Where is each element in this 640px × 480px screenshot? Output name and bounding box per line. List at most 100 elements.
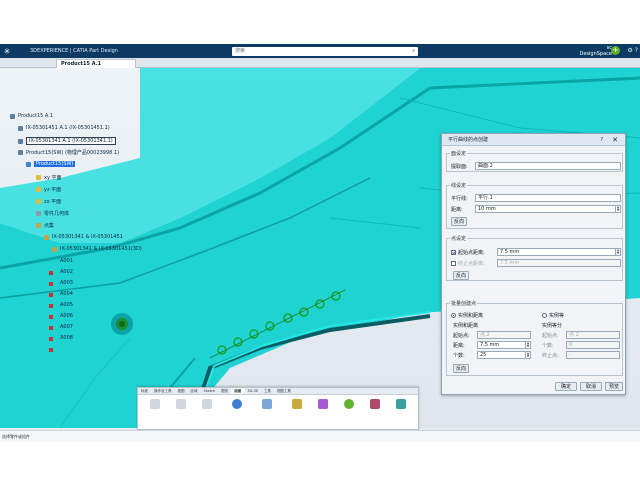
start-distance-checkbox[interactable]: 起始点距离: — [451, 249, 485, 256]
tree-item-point[interactable]: A007 — [60, 324, 73, 330]
tree-item-root[interactable]: Product15 A.1 — [10, 113, 53, 119]
left-distance-field[interactable]: 7.5 mm ▲ ▼ — [477, 341, 531, 349]
curve-icon[interactable] — [316, 399, 330, 409]
tree-item-point[interactable]: A003 — [60, 280, 73, 286]
title-bar: ✳ 3DEXPERIENCE | CATIA Part Design 搜索 ⌕ … — [0, 44, 640, 58]
checkbox-icon — [451, 261, 456, 266]
tree-item-point[interactable]: A005 — [60, 302, 73, 308]
left-start-field[interactable]: 点.2 — [477, 331, 531, 339]
cancel-button[interactable]: 取消 — [580, 382, 602, 391]
instance-equal-radio[interactable]: 实例等 — [542, 312, 564, 319]
surface-label: 提取面: — [451, 164, 468, 170]
tab-3d[interactable]: 3D-3S — [244, 388, 261, 394]
tree-item-selected[interactable]: Product15(SW) — [26, 161, 76, 167]
spinner-icon[interactable]: ▲ ▼ — [525, 342, 530, 348]
distance-field[interactable]: 10 mm ▲ ▼ — [475, 205, 621, 213]
surface-field[interactable]: 曲面.2 — [475, 162, 621, 170]
search-icon[interactable]: ⌕ — [412, 47, 415, 56]
preview-button[interactable]: 预览 — [605, 382, 623, 391]
action-bar-tabs: 标准 操作及工具 视图 区域 Sketch 图形 曲面 3D-3S 工具 视图工… — [138, 388, 418, 395]
plane-icon — [36, 187, 41, 192]
tree-item-point[interactable]: A001 — [60, 258, 73, 264]
right-count-label: 个数: — [542, 343, 554, 349]
tab-product15[interactable]: Product15 A.1 — [56, 59, 136, 68]
batch-group: 批量创建点 实例和距离 实例等 实例和距离 起始点: 点.2 距离: 7.5 m… — [446, 300, 623, 376]
geometric-set-icon — [52, 246, 57, 252]
curve-field[interactable]: 平行.1 — [475, 194, 621, 202]
end-distance-field: 7.5 mm — [497, 259, 621, 267]
product-icon — [10, 113, 15, 119]
search-placeholder: 搜索 — [235, 48, 246, 54]
tree-item-point[interactable]: A002 — [60, 269, 73, 275]
right-subgroup-title: 实例等分 — [542, 323, 563, 329]
tree-item-point[interactable]: A008 — [60, 335, 73, 341]
spinner-icon[interactable]: ▲ ▼ — [615, 249, 620, 255]
tab-standard[interactable]: 标准 — [138, 388, 151, 394]
point-reverse-button[interactable]: 反向 — [453, 271, 469, 280]
tree-item[interactable]: Product15(SW) (物理产品00023998.1) — [18, 149, 119, 156]
spinner-icon[interactable]: ▲ ▼ — [615, 206, 620, 212]
batch-reverse-button[interactable]: 反向 — [453, 364, 469, 373]
tree-item[interactable]: IX-05301451 A.1 (IX-05301451.1) — [18, 125, 110, 131]
paste-icon[interactable] — [200, 399, 214, 409]
dialog-title: 平行曲线的点创建 ? ✕ — [442, 134, 625, 146]
app-window: ✳ 3DEXPERIENCE | CATIA Part Design 搜索 ⌕ … — [0, 44, 640, 442]
tree-item[interactable]: zx 平面 — [36, 198, 61, 205]
export-icon[interactable] — [394, 399, 408, 409]
tab-region[interactable]: 区域 — [188, 388, 201, 394]
geometric-set-icon — [36, 223, 41, 228]
tree-item[interactable]: IX-05301341 & IX-05301451 — [44, 234, 123, 240]
point-group: 点设定 起始点距离: 7.5 mm ▲ ▼ 终止点距离: 7.5 mm 反向 — [446, 235, 623, 281]
start-distance-field[interactable]: 7.5 mm ▲ ▼ — [497, 248, 621, 256]
left-distance-label: 距离: — [453, 343, 465, 349]
copy-icon[interactable] — [174, 399, 188, 409]
right-count-field: 0 — [566, 341, 620, 349]
cut-icon[interactable] — [148, 399, 162, 409]
tree-item-point[interactable]: A006 — [60, 313, 73, 319]
left-count-field[interactable]: 25 ▲ ▼ — [477, 351, 531, 359]
end-distance-checkbox[interactable]: 终止点距离: — [451, 260, 485, 267]
spinner-icon[interactable]: ▲ ▼ — [525, 352, 530, 358]
close-icon[interactable]: ✕ — [612, 134, 618, 146]
tab-shape[interactable]: 图形 — [218, 388, 231, 394]
tree-item[interactable]: yz 平面 — [36, 186, 61, 193]
checkbox-icon — [451, 250, 456, 255]
measure-icon[interactable] — [260, 399, 274, 409]
tab-view[interactable]: 视图 — [175, 388, 188, 394]
table-icon[interactable] — [368, 399, 382, 409]
tree-item[interactable]: IX-05301341 A.1 (IX-05301341.1) — [18, 137, 116, 145]
point-icon[interactable] — [290, 399, 304, 409]
body-icon — [36, 211, 41, 216]
tab-operations[interactable]: 操作及工具 — [151, 388, 175, 394]
tab-view-tools[interactable]: 视图工具 — [274, 388, 294, 394]
right-start-field: 点.2 — [566, 331, 620, 339]
product-icon — [18, 125, 23, 131]
search-input[interactable]: 搜索 ⌕ — [232, 47, 418, 56]
sphere-icon[interactable] — [342, 399, 356, 409]
undo-icon[interactable] — [230, 399, 244, 409]
tree-item[interactable]: IX-05301341 & IX-05301451(3D) — [52, 246, 142, 252]
geometric-set-icon — [44, 234, 49, 240]
left-start-label: 起始点: — [453, 333, 470, 339]
instance-distance-radio[interactable]: 实例和距离 — [451, 312, 483, 319]
left-subgroup-title: 实例和距离 — [453, 323, 479, 329]
tree-item[interactable]: xy 平面 — [36, 174, 62, 181]
tab-tools[interactable]: 工具 — [261, 388, 274, 394]
tree-item[interactable]: 零件几何体 — [36, 210, 69, 217]
add-icon[interactable]: + — [611, 46, 620, 55]
tab-sketch[interactable]: Sketch — [201, 388, 219, 394]
line-reverse-button[interactable]: 反向 — [451, 217, 467, 226]
part-icon — [26, 161, 31, 167]
tab-surface[interactable]: 曲面 — [231, 388, 245, 394]
surface-group: 面设定 提取面: 曲面.2 — [446, 150, 623, 172]
help-icon[interactable]: ? — [600, 134, 603, 146]
compass-icon[interactable]: ✳ — [0, 44, 14, 58]
product-icon — [18, 138, 23, 144]
ok-button[interactable]: 确定 — [555, 382, 577, 391]
settings-icon[interactable]: ⚙ ? — [628, 47, 638, 54]
user-info[interactable]: sc DesignSpace — [580, 45, 613, 57]
tree-item-point[interactable]: A004 — [60, 291, 73, 297]
plane-icon — [36, 175, 41, 180]
tree-item[interactable]: 点集 — [36, 222, 54, 229]
product-icon — [18, 150, 23, 155]
